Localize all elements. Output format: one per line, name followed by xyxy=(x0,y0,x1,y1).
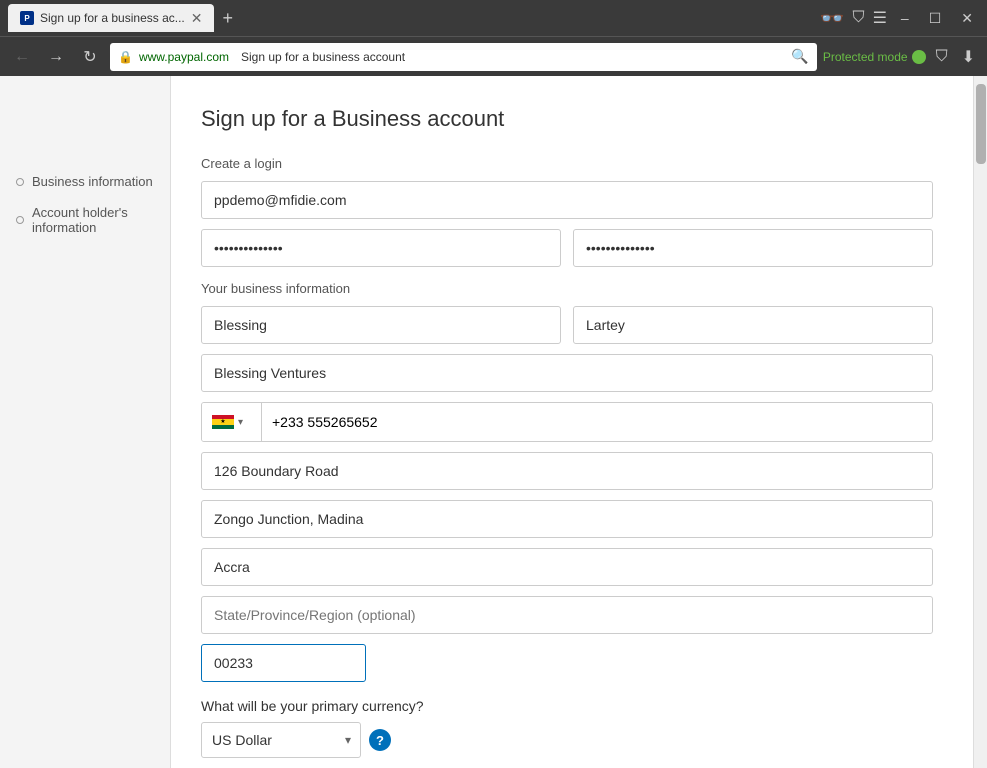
scrollbar-track[interactable] xyxy=(973,76,987,768)
scrollbar-thumb[interactable] xyxy=(976,84,986,164)
tab-bar: P Sign up for a business ac... ✕ + 👓 ⛉ ☰… xyxy=(0,0,987,36)
browser-content: Business information Account holder's in… xyxy=(0,76,987,768)
sidebar-item-account-holder[interactable]: Account holder's information xyxy=(16,197,154,243)
currency-select[interactable]: US Dollar British Pound Euro Canadian Do… xyxy=(201,722,361,758)
state-province-row xyxy=(201,596,933,634)
minimize-button[interactable]: – xyxy=(895,10,915,26)
currency-help-button[interactable]: ? xyxy=(369,729,391,751)
page-heading: Sign up for a Business account xyxy=(201,106,933,132)
active-tab[interactable]: P Sign up for a business ac... ✕ xyxy=(8,4,214,32)
tab-title: Sign up for a business ac... xyxy=(40,11,185,25)
protected-mode-indicator: Protected mode xyxy=(823,50,926,64)
currency-select-wrap: US Dollar British Pound Euro Canadian Do… xyxy=(201,722,361,758)
favorites-bar-icon[interactable]: ⛉ xyxy=(932,44,952,70)
toolbar-right: Protected mode ⛉ ⬇ xyxy=(823,43,979,71)
country-chevron-icon: ▾ xyxy=(238,417,243,428)
business-info-label: Your business information xyxy=(201,281,933,296)
main-content: Sign up for a Business account Create a … xyxy=(170,76,973,768)
address-bar[interactable]: 🔒 www.paypal.com Sign up for a business … xyxy=(110,43,817,71)
currency-section: What will be your primary currency? US D… xyxy=(201,698,933,758)
refresh-button[interactable]: ↻ xyxy=(76,43,104,71)
url-domain: www.paypal.com xyxy=(139,50,229,64)
protected-mode-label: Protected mode xyxy=(823,50,908,64)
email-row xyxy=(201,181,933,219)
lock-icon: 🔒 xyxy=(118,50,133,64)
sidebar-item-business-info[interactable]: Business information xyxy=(16,166,154,197)
street-address-row xyxy=(201,452,933,490)
search-icon[interactable]: 🔍 xyxy=(791,48,808,65)
sidebar: Business information Account holder's in… xyxy=(0,76,170,768)
sidebar-dot-1 xyxy=(16,178,24,186)
forward-button[interactable]: → xyxy=(42,43,70,71)
download-icon[interactable]: ⬇ xyxy=(958,43,979,71)
currency-row: US Dollar British Pound Euro Canadian Do… xyxy=(201,722,933,758)
email-field[interactable] xyxy=(201,181,933,219)
protected-mode-dot xyxy=(912,50,926,64)
city-suburb-field[interactable] xyxy=(201,500,933,538)
first-name-field[interactable] xyxy=(201,306,561,344)
browser-chrome: P Sign up for a business ac... ✕ + 👓 ⛉ ☰… xyxy=(0,0,987,76)
last-name-field[interactable] xyxy=(573,306,933,344)
business-name-row xyxy=(201,354,933,392)
street-address-field[interactable] xyxy=(201,452,933,490)
zip-field[interactable] xyxy=(201,644,366,682)
sidebar-dot-2 xyxy=(16,216,24,224)
sidebar-label-business-info: Business information xyxy=(32,174,153,189)
back-button[interactable]: ← xyxy=(8,43,36,71)
menu-icon[interactable]: ☰ xyxy=(873,8,887,28)
currency-label: What will be your primary currency? xyxy=(201,698,933,714)
state-city-field[interactable] xyxy=(201,548,933,586)
state-province-field[interactable] xyxy=(201,596,933,634)
zip-row xyxy=(201,644,933,682)
phone-country-selector[interactable]: ★ ▾ xyxy=(202,403,262,441)
phone-number-field[interactable] xyxy=(262,403,932,441)
browser-toolbar: ← → ↻ 🔒 www.paypal.com Sign up for a bus… xyxy=(0,36,987,76)
phone-row: ★ ▾ xyxy=(201,402,933,442)
tab-close-button[interactable]: ✕ xyxy=(191,10,203,27)
create-login-label: Create a login xyxy=(201,156,933,171)
favorites-icon[interactable]: ⛉ xyxy=(853,9,865,27)
tab-favicon: P xyxy=(20,11,34,25)
sidebar-label-account-holder: Account holder's information xyxy=(32,205,154,235)
state-city-row xyxy=(201,548,933,586)
maximize-button[interactable]: ☐ xyxy=(923,10,948,27)
help-icon: ? xyxy=(376,733,384,748)
city-suburb-row xyxy=(201,500,933,538)
new-tab-button[interactable]: + xyxy=(218,4,237,33)
name-row xyxy=(201,306,933,344)
reading-mode-icon[interactable]: 👓 xyxy=(820,6,845,31)
ghana-flag: ★ xyxy=(212,415,234,429)
password-row xyxy=(201,229,933,267)
page-title-in-bar: Sign up for a business account xyxy=(241,50,405,64)
password-confirm-field[interactable] xyxy=(573,229,933,267)
password-field[interactable] xyxy=(201,229,561,267)
business-name-field[interactable] xyxy=(201,354,933,392)
close-button[interactable]: ✕ xyxy=(955,10,979,27)
